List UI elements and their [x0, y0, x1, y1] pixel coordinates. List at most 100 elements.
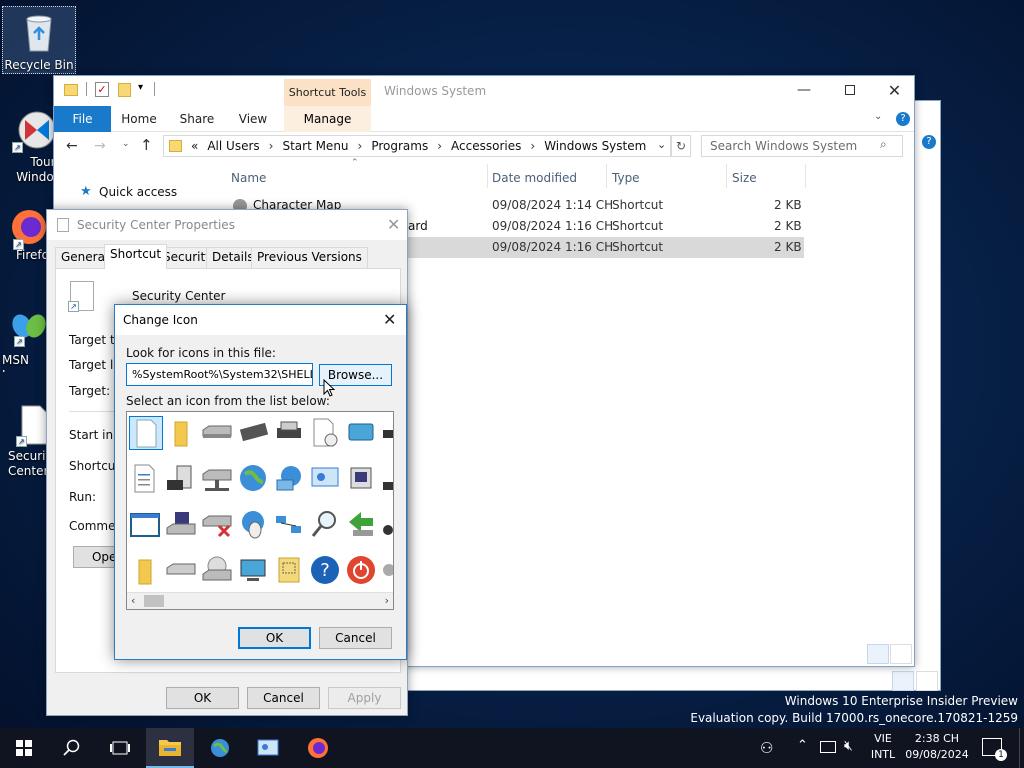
search-input[interactable]: Search Windows System [701, 135, 903, 157]
change-icon-dialog[interactable]: Change Icon ✕ Look for icons in this fil… [114, 304, 407, 660]
refresh-button[interactable]: ↻ [671, 135, 691, 157]
horizontal-scrollbar[interactable]: ‹ › [127, 592, 393, 609]
up-button[interactable]: ↑ [140, 136, 153, 154]
drive-icon[interactable] [201, 416, 235, 450]
address-dropdown-icon[interactable]: ⌄ [657, 138, 666, 151]
tab-share[interactable]: Share [172, 106, 222, 132]
task-view-button[interactable] [96, 728, 144, 768]
blank-document-icon[interactable] [129, 416, 163, 450]
scroll-right-icon[interactable]: › [385, 594, 389, 607]
chevron-right-icon[interactable]: › [437, 139, 442, 153]
show-hidden-icons-chevron-icon[interactable]: ⌃ [797, 738, 808, 753]
tab-file[interactable]: File [54, 106, 111, 132]
new-folder-icon[interactable] [118, 83, 131, 97]
expand-ribbon-icon[interactable]: ⌄ [874, 111, 882, 122]
window-icon[interactable] [129, 508, 163, 542]
network-icon[interactable] [273, 508, 307, 542]
people-icon[interactable]: ⚇ [760, 739, 773, 757]
show-desktop-button[interactable] [1019, 728, 1024, 768]
green-arrow-icon[interactable] [345, 508, 379, 542]
taskbar-control-panel[interactable] [244, 728, 292, 768]
removable-drive-icon[interactable] [165, 554, 199, 588]
control-panel-icon[interactable] [309, 462, 343, 496]
desktop-icon-firefox[interactable]: ↗ Firefox [0, 205, 48, 271]
close-button[interactable]: ✕ [387, 210, 400, 240]
change-icon-title-bar[interactable]: Change Icon ✕ [115, 305, 406, 335]
desktop-icon-msn[interactable]: ↗ MSN Ins [2, 310, 48, 372]
nav-quick-access[interactable]: Quick access [99, 185, 177, 199]
column-header-name[interactable]: Name [231, 171, 266, 185]
desktop-icon-recycle-bin[interactable]: Recycle Bin [2, 6, 76, 74]
help-icon[interactable]: ? [896, 112, 910, 126]
properties-icon[interactable]: ✓ [95, 82, 109, 97]
icon-file-path-input[interactable]: %SystemRoot%\System32\SHELL32.dll [126, 363, 313, 386]
scroll-left-icon[interactable]: ‹ [131, 594, 135, 607]
taskbar-network-app[interactable] [196, 728, 244, 768]
scheduled-document-icon[interactable] [309, 416, 343, 450]
search-magnifier-icon[interactable] [309, 508, 343, 542]
chevron-right-icon[interactable]: › [530, 139, 535, 153]
printer-icon[interactable] [273, 416, 307, 450]
icon-list[interactable]: ? ‹ › [126, 411, 394, 610]
address-bar[interactable]: « All Users › Start Menu › Programs › Ac… [163, 135, 671, 157]
search-button[interactable] [48, 728, 96, 768]
grid-folder-icon[interactable] [273, 554, 307, 588]
disconnected-drive-icon[interactable] [201, 508, 235, 542]
customize-toolbar-icon[interactable]: ▾ [138, 82, 143, 93]
folder-icon[interactable] [129, 554, 163, 588]
properties-title-bar[interactable]: Security Center Properties ✕ [47, 210, 407, 240]
folder-icon[interactable] [165, 416, 199, 450]
action-center-button[interactable]: 1 [982, 738, 1007, 761]
tab-manage[interactable]: Manage [284, 106, 371, 132]
tab-previous-versions[interactable]: Previous Versions [251, 247, 368, 268]
cancel-button[interactable]: Cancel [247, 687, 320, 709]
network-drive-icon[interactable] [201, 462, 235, 496]
tab-shortcut[interactable]: Shortcut [104, 244, 168, 269]
cd-drive-icon[interactable] [201, 554, 235, 588]
globe-icon[interactable] [237, 462, 271, 496]
scroll-thumb[interactable] [144, 595, 164, 607]
help-icon[interactable]: ? [922, 135, 936, 149]
maximize-button[interactable] [827, 76, 873, 106]
breadcrumb-item[interactable]: Windows System [544, 139, 646, 153]
network-status-icon[interactable] [820, 741, 836, 753]
chip-icon[interactable] [237, 416, 271, 450]
tab-view[interactable]: View [230, 106, 276, 132]
computer-icon[interactable] [165, 462, 199, 496]
close-button[interactable]: ✕ [383, 305, 396, 335]
volume-muted-icon[interactable]: 🔇︎ [844, 738, 853, 754]
breadcrumb-item[interactable]: All Users [207, 139, 259, 153]
help-question-icon[interactable]: ? [309, 554, 343, 588]
display-icon[interactable] [345, 416, 379, 450]
ok-button[interactable]: OK [238, 627, 311, 649]
column-header-type[interactable]: Type [612, 171, 640, 185]
partial-icon[interactable] [381, 462, 393, 496]
large-icons-view-button[interactable] [916, 671, 938, 691]
breadcrumb-item[interactable]: Programs [371, 139, 428, 153]
start-button[interactable] [0, 728, 48, 768]
clock[interactable]: 2:38 CH 09/08/2024 [904, 731, 970, 763]
partial-icon[interactable] [381, 554, 393, 588]
column-header-date[interactable]: Date modified [492, 171, 577, 185]
breadcrumb-overflow[interactable]: « [191, 139, 198, 153]
large-icons-view-button[interactable] [890, 644, 912, 664]
taskbar-file-explorer[interactable] [146, 728, 194, 768]
cancel-button[interactable]: Cancel [319, 627, 392, 649]
close-button[interactable]: ✕ [873, 76, 916, 106]
details-view-button[interactable] [892, 671, 914, 691]
breadcrumb-item[interactable]: Start Menu [282, 139, 348, 153]
mouse-globe-icon[interactable] [237, 508, 271, 542]
floppy-drive-icon[interactable] [165, 508, 199, 542]
tab-home[interactable]: Home [114, 106, 164, 132]
network-globe-icon[interactable] [273, 462, 307, 496]
chevron-right-icon[interactable]: › [358, 139, 363, 153]
media-device-icon[interactable] [345, 462, 379, 496]
details-view-button[interactable] [867, 644, 889, 664]
breadcrumb-item[interactable]: Accessories [451, 139, 521, 153]
chevron-right-icon[interactable]: › [269, 139, 274, 153]
partial-icon[interactable] [381, 508, 393, 542]
back-button[interactable]: ← [66, 138, 78, 154]
ok-button[interactable]: OK [166, 687, 239, 709]
desktop-icon-security-center[interactable]: ↗ Security Center [8, 404, 50, 486]
forward-button[interactable]: → [94, 138, 106, 154]
